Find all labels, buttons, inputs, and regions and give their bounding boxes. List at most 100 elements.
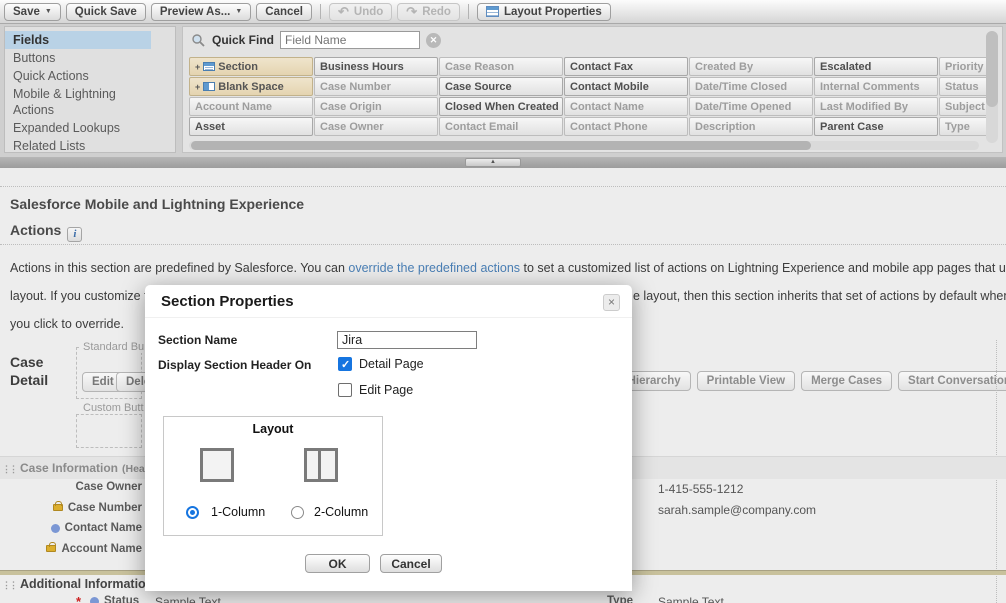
palette-field-item[interactable]: + Escalated: [814, 57, 938, 76]
palette-field-label: Business Hours: [320, 61, 404, 73]
mobile-lightning-heading-line1: Salesforce Mobile and Lightning Experien…: [10, 196, 304, 212]
palette-field-item[interactable]: + Case Owner: [314, 117, 438, 136]
field-state-icon: [53, 504, 63, 511]
palette-field-label: Date/Time Closed: [695, 81, 787, 93]
palette-field-item[interactable]: + Priority: [939, 57, 986, 76]
palette-field-label: Date/Time Opened: [695, 101, 791, 113]
palette-field-item[interactable]: + Contact Name: [564, 97, 688, 116]
palette-category-item[interactable]: Expanded Lookups: [5, 119, 151, 137]
palette-field-item[interactable]: + Description: [689, 117, 813, 136]
palette-field-grid: + Section + Blank Space + Account Name: [189, 57, 986, 137]
palette-collapse-bar: ▲: [0, 157, 1006, 168]
layout-properties-button[interactable]: Layout Properties: [477, 3, 611, 21]
preview-as-button[interactable]: Preview As... ▼: [151, 3, 251, 21]
palette-field-item[interactable]: + Case Number: [314, 77, 438, 96]
cancel-button[interactable]: Cancel: [256, 3, 312, 21]
description-text: to set a customized list of actions on L…: [520, 261, 1006, 275]
layout-field-row[interactable]: Account Name: [0, 539, 142, 560]
dialog-title-divider: [145, 317, 632, 318]
palette-category-item[interactable]: Mobile & Lightning Actions: [5, 85, 151, 119]
palette-field-item[interactable]: + Case Reason: [439, 57, 563, 76]
palette-vertical-scrollbar[interactable]: [986, 31, 998, 143]
palette-horizontal-scrollbar[interactable]: [189, 141, 979, 150]
field-state-icon: [46, 545, 56, 552]
palette-category-item[interactable]: Quick Actions: [5, 67, 151, 85]
palette-category-item[interactable]: Buttons: [5, 49, 151, 67]
add-icon: +: [195, 62, 200, 72]
close-icon[interactable]: ×: [603, 294, 620, 311]
drag-handle-icon[interactable]: ⋮⋮: [2, 464, 16, 474]
palette-field-item[interactable]: + Case Source: [439, 77, 563, 96]
palette-field-item[interactable]: + Asset: [189, 117, 313, 136]
save-button[interactable]: Save ▼: [4, 3, 61, 21]
cancel-dialog-button[interactable]: Cancel: [380, 554, 442, 573]
detail-page-checkbox[interactable]: [338, 357, 352, 371]
additional-information-header[interactable]: ⋮⋮Additional Information: [2, 577, 153, 591]
palette-field-item[interactable]: + Internal Comments: [814, 77, 938, 96]
two-column-radio[interactable]: [291, 506, 304, 519]
type-field-label: Type: [600, 595, 633, 603]
palette-field-item[interactable]: + Last Modified By: [814, 97, 938, 116]
actions-description-line3: you click to override.: [10, 317, 124, 331]
redo-label: Redo: [422, 6, 451, 18]
palette-field-item[interactable]: + Status: [939, 77, 986, 96]
toolbar: Save ▼ Quick Save Preview As... ▼ Cancel…: [0, 0, 1006, 24]
palette-field-item[interactable]: + Date/Time Closed: [689, 77, 813, 96]
palette-field-label: Closed When Created: [445, 101, 559, 113]
palette-field-item[interactable]: + Contact Email: [439, 117, 563, 136]
palette-field-label: Priority: [945, 61, 984, 73]
edit-page-label: Edit Page: [359, 383, 413, 397]
palette-field-item[interactable]: + Account Name: [189, 97, 313, 116]
add-icon: +: [195, 82, 200, 92]
collapse-palette-handle[interactable]: ▲: [465, 158, 521, 167]
palette-field-label: Escalated: [820, 61, 871, 73]
undo-button[interactable]: ↶ Undo: [329, 3, 392, 21]
actions-description-line2-right: e layout, then this section inherits tha…: [633, 289, 1006, 303]
palette-category-item[interactable]: Related Lists: [5, 137, 151, 153]
palette-field-item[interactable]: + Case Origin: [314, 97, 438, 116]
palette-field-item[interactable]: + Contact Phone: [564, 117, 688, 136]
palette-hscroll-thumb[interactable]: [191, 141, 811, 150]
palette-field-label: Case Number: [320, 81, 391, 93]
palette-field-item[interactable]: + Section: [189, 57, 313, 76]
drag-handle-icon[interactable]: ⋮⋮: [2, 580, 16, 590]
two-column-preview: [304, 448, 338, 482]
palette-field-label: Parent Case: [820, 121, 884, 133]
palette-field-item[interactable]: + Subject: [939, 97, 986, 116]
case-detail-title-line1: Case: [10, 354, 43, 370]
section-name-input[interactable]: [337, 331, 477, 349]
actions-description-line2-left: layout. If you customize t: [10, 289, 148, 303]
edit-page-checkbox[interactable]: [338, 383, 352, 397]
palette-field-item[interactable]: + Closed When Created: [439, 97, 563, 116]
palette-category-item[interactable]: Fields: [5, 31, 151, 49]
palette-field-item[interactable]: + Business Hours: [314, 57, 438, 76]
palette-field-item[interactable]: + Contact Mobile: [564, 77, 688, 96]
toolbar-separator: [468, 4, 469, 19]
quick-save-button[interactable]: Quick Save: [66, 3, 146, 21]
ok-button[interactable]: OK: [305, 554, 370, 573]
one-column-radio[interactable]: [186, 506, 199, 519]
palette-field-item[interactable]: + Blank Space: [189, 77, 313, 96]
palette-field-item[interactable]: + Parent Case: [814, 117, 938, 136]
case-information-header[interactable]: ⋮⋮Case Information(Hea: [2, 461, 145, 475]
layout-field-row[interactable]: Case Owner: [0, 477, 142, 498]
case-detail-action-button[interactable]: Printable View: [697, 371, 795, 391]
case-information-values: 1-415-555-1212 sarah.sample@company.com: [658, 479, 816, 521]
layout-field-row[interactable]: Case Number: [0, 498, 142, 519]
case-detail-action-button[interactable]: Merge Cases: [801, 371, 892, 391]
case-detail-action-button[interactable]: Start Conversation: [898, 371, 1006, 391]
palette-field-item[interactable]: + Type: [939, 117, 986, 136]
redo-button[interactable]: ↷ Redo: [397, 3, 460, 21]
override-predefined-actions-link[interactable]: override the predefined actions: [348, 261, 520, 275]
layout-fieldset: Layout 1-Column 2-Column: [163, 416, 383, 536]
clear-search-icon[interactable]: ✕: [426, 33, 441, 48]
layout-field-row[interactable]: Contact Name: [0, 518, 142, 539]
field-label: Case Owner: [76, 481, 142, 493]
palette-field-item[interactable]: + Contact Fax: [564, 57, 688, 76]
palette-field-item[interactable]: + Created By: [689, 57, 813, 76]
palette-vscroll-thumb[interactable]: [986, 31, 998, 107]
palette-field-item[interactable]: + Date/Time Opened: [689, 97, 813, 116]
case-detail-buttons: e Hierarchy Printable View Merge Cases S…: [608, 371, 1006, 391]
quick-find-input[interactable]: [280, 31, 420, 49]
info-icon[interactable]: i: [67, 227, 82, 242]
